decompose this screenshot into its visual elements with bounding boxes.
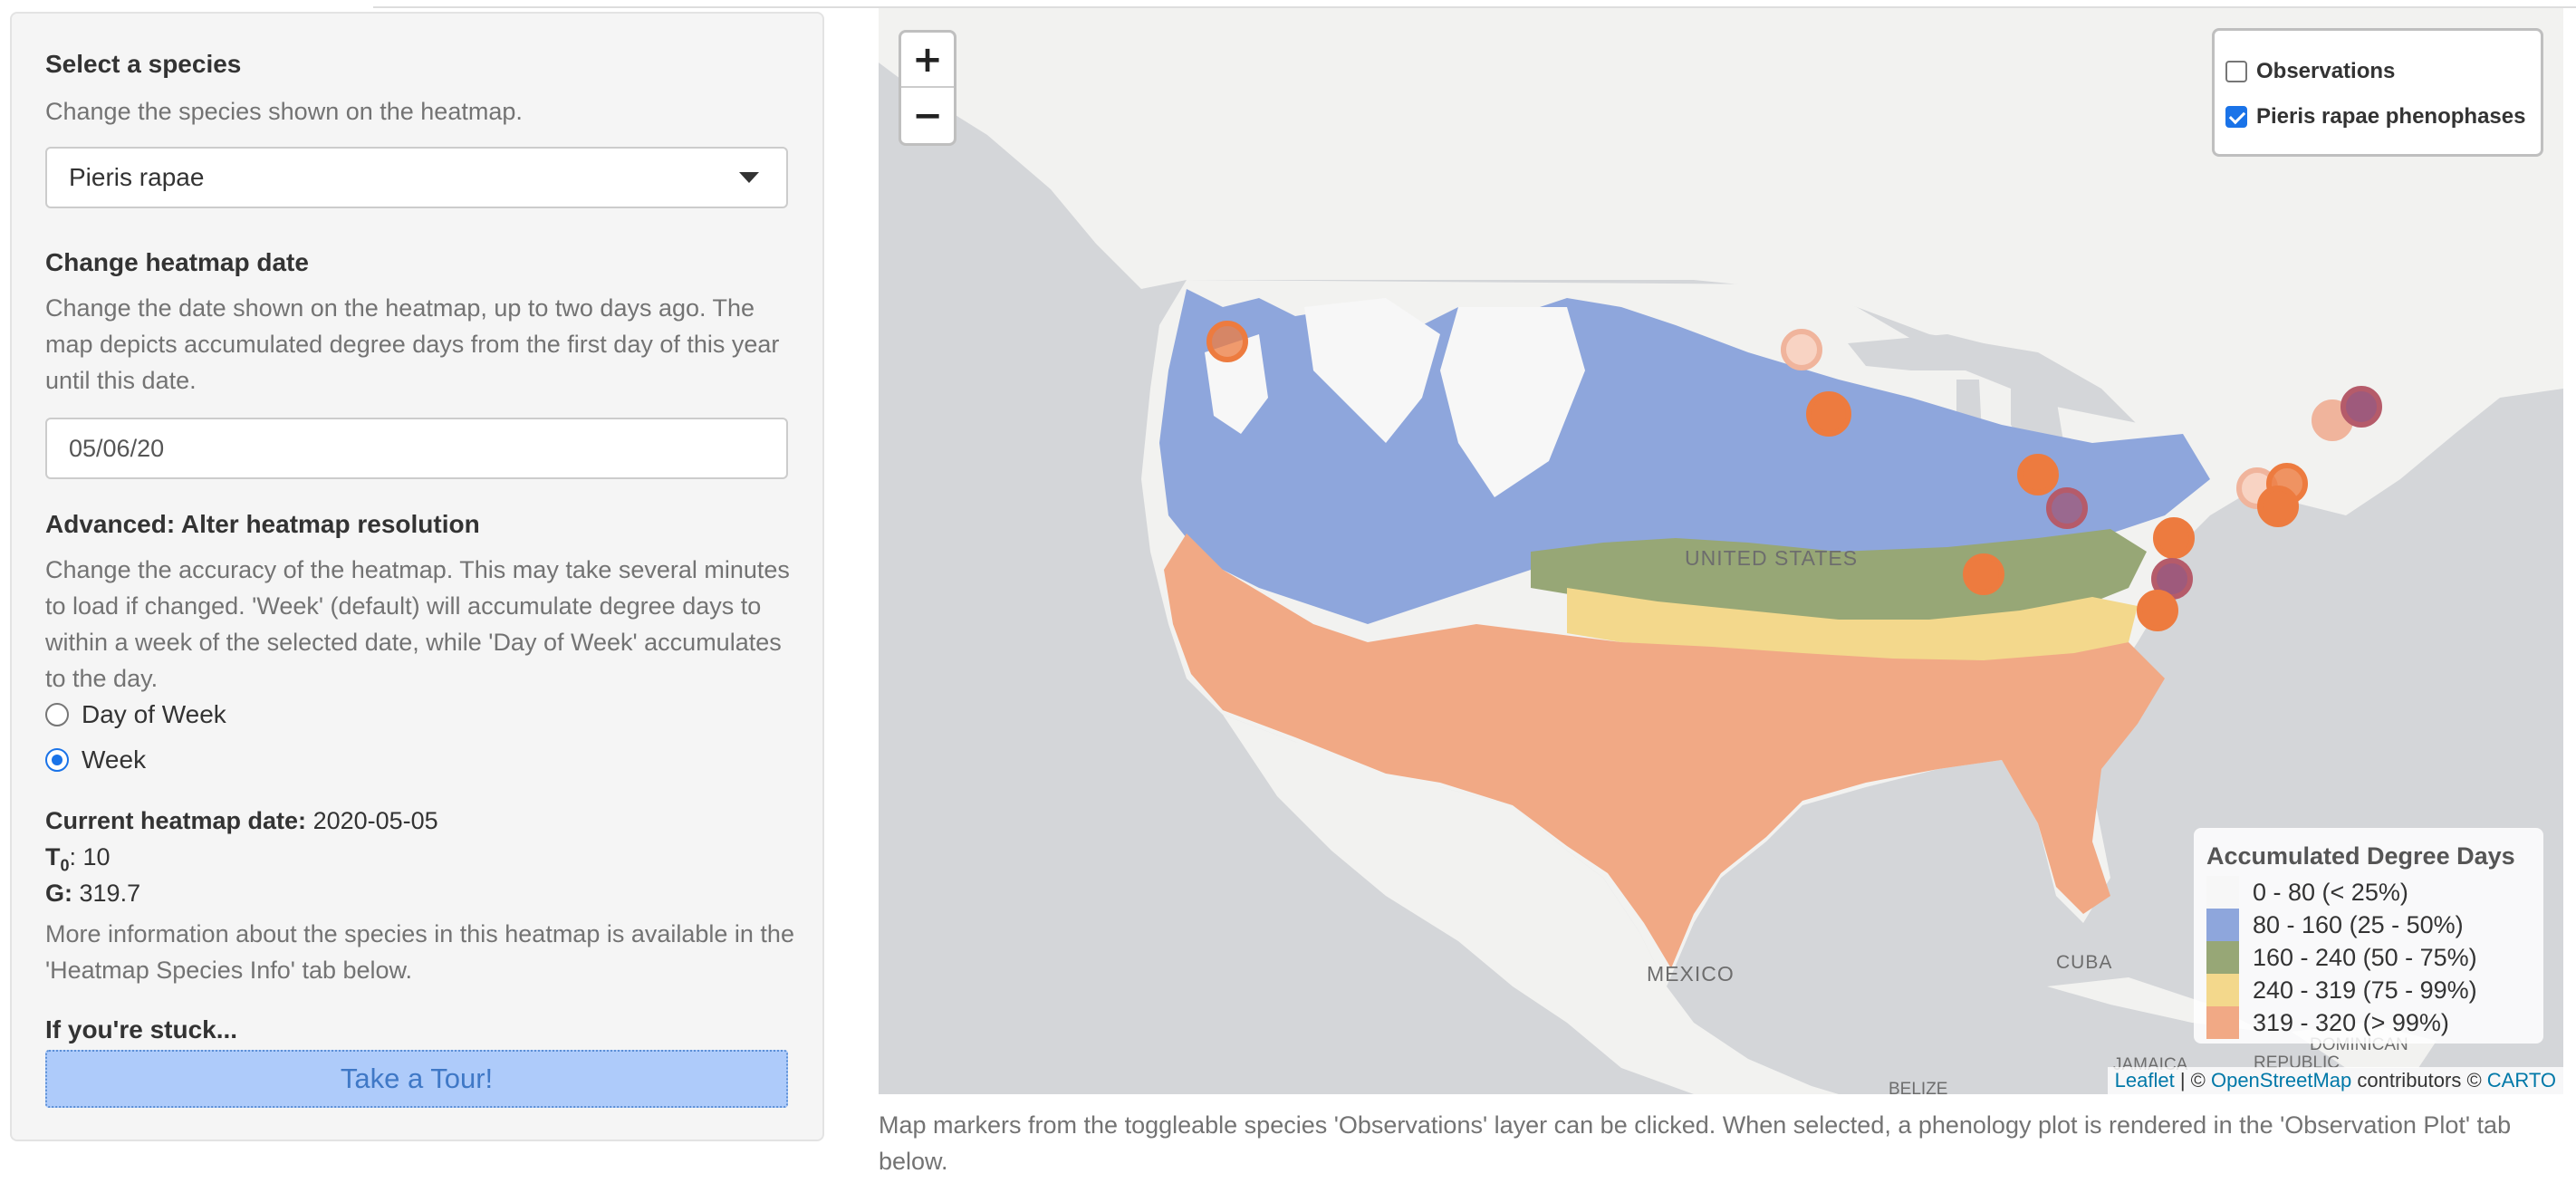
species-help: Change the species shown on the heatmap. (45, 98, 523, 125)
legend-swatch (2206, 1006, 2239, 1039)
stuck-label: If you're stuck... (45, 1015, 238, 1044)
species-select[interactable]: Pieris rapae (45, 147, 788, 208)
date-help: Change the date shown on the heatmap, up… (45, 294, 780, 394)
zoom-out-button[interactable]: − (901, 88, 954, 143)
leaflet-link[interactable]: Leaflet (2115, 1069, 2175, 1092)
radio-day-of-week-label: Day of Week (82, 700, 226, 728)
map-legend: Accumulated Degree Days 0 - 80 (< 25%) 8… (2194, 828, 2543, 1044)
legend-label: 240 - 319 (75 - 99%) (2253, 976, 2477, 1004)
g-line: G: 319.7 (45, 880, 140, 908)
current-date-line: Current heatmap date: 2020-05-05 (45, 807, 438, 835)
legend-item: 0 - 80 (< 25%) (2206, 876, 2531, 909)
observation-marker (2017, 454, 2059, 495)
layer-phenophases[interactable]: Pieris rapae phenophases (2225, 94, 2530, 139)
legend-swatch (2206, 876, 2239, 909)
resolution-help: Change the accuracy of the heatmap. This… (45, 556, 790, 692)
label-united-states: UNITED STATES (1685, 546, 1858, 570)
zoom-control: + − (899, 30, 956, 146)
legend-swatch (2206, 941, 2239, 974)
t0-value: : 10 (69, 843, 111, 870)
legend-label: 160 - 240 (50 - 75%) (2253, 943, 2477, 971)
t0-label: T0 (45, 843, 70, 875)
legend-item: 319 - 320 (> 99%) (2206, 1006, 2531, 1039)
carto-link[interactable]: CARTO (2487, 1069, 2556, 1092)
layer-observations[interactable]: Observations (2225, 49, 2530, 94)
observation-marker (2257, 486, 2299, 527)
layers-control: Observations Pieris rapae phenophases (2212, 28, 2543, 157)
tab-bar-border (373, 0, 2576, 8)
legend-swatch (2206, 974, 2239, 1006)
species-label: Select a species (45, 50, 242, 78)
more-info-text: More information about the species in th… (45, 920, 794, 984)
radio-day-of-week-control[interactable] (45, 703, 69, 726)
legend-item: 80 - 160 (25 - 50%) (2206, 909, 2531, 941)
label-belize: BELIZE (1889, 1080, 1947, 1094)
zoom-in-button[interactable]: + (901, 33, 954, 88)
observation-marker (2137, 590, 2178, 631)
legend-label: 0 - 80 (< 25%) (2253, 878, 2408, 906)
radio-week[interactable]: Week (45, 745, 146, 774)
map-attribution: Leaflet | © OpenStreetMap contributors ©… (2107, 1067, 2563, 1094)
layer-observations-label: Observations (2256, 59, 2396, 83)
date-input[interactable]: 05/06/20 (45, 418, 788, 479)
observations-checkbox[interactable] (2225, 61, 2247, 82)
observation-marker (1781, 329, 1822, 370)
legend-label: 80 - 160 (25 - 50%) (2253, 910, 2464, 938)
chevron-down-icon (739, 172, 759, 183)
attribution-sep: contributors © (2351, 1069, 2487, 1092)
legend-item: 160 - 240 (50 - 75%) (2206, 941, 2531, 974)
label-mexico: MEXICO (1647, 962, 1735, 986)
observation-marker (2153, 517, 2195, 559)
current-date-value: 2020-05-05 (312, 807, 438, 834)
observation-marker (1206, 321, 1248, 362)
observation-marker (1806, 391, 1851, 437)
species-select-value: Pieris rapae (69, 163, 205, 191)
date-label: Change heatmap date (45, 248, 309, 276)
legend-label: 319 - 320 (> 99%) (2253, 1008, 2449, 1036)
layer-phenophases-label: Pieris rapae phenophases (2256, 104, 2526, 129)
label-cuba: CUBA (2056, 952, 2112, 973)
map-caption: Map markers from the toggleable species … (879, 1111, 2512, 1175)
legend-swatch (2206, 909, 2239, 941)
legend-item: 240 - 319 (75 - 99%) (2206, 974, 2531, 1006)
radio-week-control[interactable] (45, 748, 69, 772)
take-tour-button[interactable]: Take a Tour! (45, 1050, 788, 1108)
radio-day-of-week[interactable]: Day of Week (45, 700, 226, 729)
legend-title: Accumulated Degree Days (2206, 842, 2515, 870)
g-label: G: (45, 880, 72, 907)
radio-week-label: Week (82, 745, 147, 774)
current-date-label: Current heatmap date: (45, 807, 307, 834)
t0-line: T0: 10 (45, 843, 111, 875)
heatmap-map[interactable]: UNITED STATES MEXICO CUBA JAMAICA DOMINI… (879, 8, 2563, 1094)
phenophases-checkbox[interactable] (2225, 106, 2247, 128)
sidebar-panel: Select a species Change the species show… (10, 12, 824, 1141)
date-input-value: 05/06/20 (69, 434, 165, 462)
osm-link[interactable]: OpenStreetMap (2211, 1069, 2351, 1092)
g-value: 319.7 (79, 880, 141, 907)
observation-marker (2341, 386, 2382, 428)
attribution-sep: | © (2174, 1069, 2211, 1092)
resolution-label: Advanced: Alter heatmap resolution (45, 510, 480, 538)
observation-marker (2046, 487, 2088, 529)
observation-marker (1963, 553, 2004, 595)
